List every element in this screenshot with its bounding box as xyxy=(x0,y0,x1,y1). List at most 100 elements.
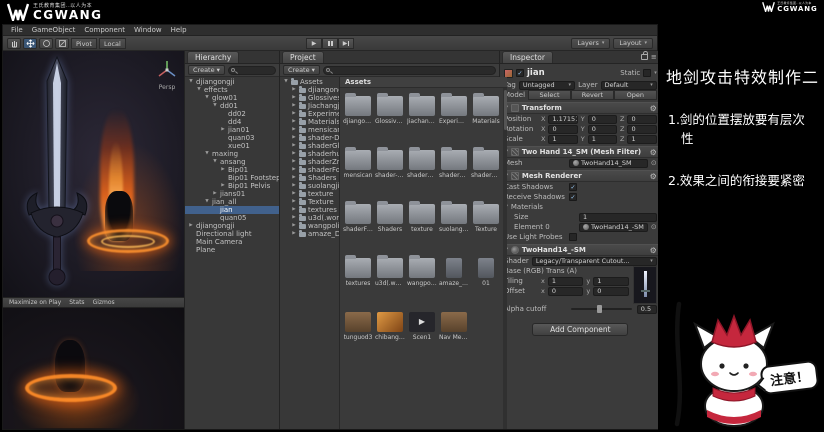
gameobject-name-field[interactable]: jian xyxy=(527,68,545,78)
foldout-icon[interactable]: ▶ xyxy=(220,126,226,134)
hierarchy-item[interactable]: ▶ Bip01 Pelvis xyxy=(185,182,279,190)
project-tree-item[interactable]: ▶ amaze_Dr xyxy=(280,230,339,238)
asset-item[interactable]: Materials xyxy=(471,92,501,144)
foldout-icon[interactable]: ▶ xyxy=(212,190,218,198)
mesh-object-field[interactable]: TwoHand14_SM xyxy=(569,159,648,168)
foldout-icon[interactable]: ▶ xyxy=(291,118,297,126)
foldout-icon[interactable]: ▶ xyxy=(291,182,297,190)
hierarchy-item[interactable]: ▼ glow01 xyxy=(185,94,279,102)
z-field[interactable]: 0 xyxy=(627,125,656,134)
asset-item[interactable]: Scen1 xyxy=(407,308,437,360)
materials-size-field[interactable]: 1 xyxy=(579,213,657,222)
project-tree-item[interactable]: ▶ shader-Dis xyxy=(280,134,339,142)
play-button[interactable]: ▶ xyxy=(306,38,322,49)
model-button[interactable]: Open xyxy=(614,90,657,100)
foldout-icon[interactable]: ▼ xyxy=(188,78,194,86)
project-tree-item[interactable]: ▶ djiangongji xyxy=(280,86,339,94)
x-field[interactable]: 0 xyxy=(548,287,584,296)
tab-hierarchy[interactable]: Hierarchy xyxy=(187,51,239,63)
menu-item[interactable]: Window xyxy=(134,26,162,34)
asset-item[interactable]: suolangjioh... xyxy=(439,200,469,252)
mesh-filter-component-header[interactable]: ▼ Two Hand 14_SM (Mesh Filter) ⚙ xyxy=(500,146,661,158)
material-header[interactable]: ▼ TwoHand14_-SM ⚙ xyxy=(500,244,661,256)
model-button[interactable]: Revert xyxy=(571,90,614,100)
foldout-icon[interactable]: ▼ xyxy=(196,86,202,94)
asset-item[interactable]: texture xyxy=(407,200,437,252)
y-field[interactable]: 0 xyxy=(588,115,617,124)
hand-tool-button[interactable] xyxy=(7,38,21,49)
y-field[interactable]: 1 xyxy=(588,135,617,144)
foldout-icon[interactable]: ▶ xyxy=(220,182,226,190)
asset-item[interactable]: JiachangjeG... xyxy=(407,92,437,144)
project-tree-item[interactable]: ▶ u3d(.work) xyxy=(280,214,339,222)
foldout-icon[interactable]: ▼ xyxy=(283,78,289,86)
asset-item[interactable]: chibangna... xyxy=(375,308,405,360)
foldout-icon[interactable]: ▶ xyxy=(291,198,297,206)
foldout-icon[interactable]: ▶ xyxy=(291,206,297,214)
breadcrumb[interactable]: Assets xyxy=(340,77,507,88)
hierarchy-item[interactable]: ▶ jians01 xyxy=(185,190,279,198)
foldout-icon[interactable]: ▶ xyxy=(291,126,297,134)
asset-item[interactable]: shaderhud... xyxy=(439,146,469,198)
hierarchy-item[interactable]: xue01 xyxy=(185,142,279,150)
asset-item[interactable]: wangpolim... xyxy=(407,254,437,306)
hierarchy-item[interactable]: ▶ Bip01 xyxy=(185,166,279,174)
foldout-icon[interactable]: ▶ xyxy=(291,150,297,158)
game-toolbar-item[interactable]: Stats xyxy=(69,299,84,306)
tab-inspector[interactable]: Inspector xyxy=(502,51,553,63)
asset-item[interactable]: shaderGlo... xyxy=(407,146,437,198)
step-button[interactable]: ▶ xyxy=(338,38,354,49)
x-field[interactable]: 1.171512 xyxy=(548,115,577,124)
project-tree-item[interactable]: ▶ shaderhud xyxy=(280,150,339,158)
game-view[interactable] xyxy=(3,308,184,429)
asset-item[interactable]: Shaders xyxy=(375,200,405,252)
materials-foldout-row[interactable]: ▼ Materials xyxy=(500,202,661,212)
hierarchy-item[interactable]: quan05 xyxy=(185,214,279,222)
foldout-icon[interactable]: ▼ xyxy=(212,102,218,110)
project-tree-item[interactable]: ▼ Assets xyxy=(280,78,339,86)
project-tree-item[interactable]: ▶ suolangjioh xyxy=(280,182,339,190)
x-field[interactable]: 0 xyxy=(548,125,577,134)
hierarchy-item[interactable]: ▶ djiangongji xyxy=(185,222,279,230)
project-tree-item[interactable]: ▶ shaderGlo xyxy=(280,142,339,150)
y-field[interactable]: 0 xyxy=(593,287,629,296)
mesh-renderer-component-header[interactable]: ▼ Mesh Renderer ⚙ xyxy=(500,170,661,182)
local-toggle[interactable]: Local xyxy=(99,38,126,49)
hierarchy-item[interactable]: ▼ jian_all xyxy=(185,198,279,206)
foldout-icon[interactable]: ▶ xyxy=(291,190,297,198)
asset-item[interactable]: shader-Dis... xyxy=(375,146,405,198)
menu-item[interactable]: File xyxy=(11,26,23,34)
layers-dropdown[interactable]: Layers▾ xyxy=(571,38,610,49)
asset-item[interactable]: shaderZme... xyxy=(471,146,501,198)
hierarchy-item[interactable]: ▼ dd01 xyxy=(185,102,279,110)
scene-view[interactable]: Persp xyxy=(3,51,184,297)
game-toolbar-item[interactable]: Maximize on Play xyxy=(9,299,61,306)
hierarchy-item[interactable]: Bip01 Footsteps xyxy=(185,174,279,182)
asset-item[interactable]: textures xyxy=(343,254,373,306)
project-tree-item[interactable]: ▶ shaderForge xyxy=(280,166,339,174)
rotate-tool-button[interactable] xyxy=(39,38,53,49)
project-tree-item[interactable]: ▶ GlossivesH xyxy=(280,94,339,102)
hierarchy-item[interactable]: Plane xyxy=(185,246,279,254)
project-tree-item[interactable]: ▶ textures xyxy=(280,206,339,214)
project-tree-item[interactable]: ▶ texture xyxy=(280,190,339,198)
gear-icon[interactable]: ⚙ xyxy=(650,148,657,157)
hierarchy-item[interactable]: ▼ djiangongji xyxy=(185,78,279,86)
hierarchy-item[interactable]: Directional light xyxy=(185,230,279,238)
foldout-icon[interactable]: ▶ xyxy=(291,86,297,94)
transform-component-header[interactable]: ▼ Transform ⚙ xyxy=(500,102,661,114)
project-tree-item[interactable]: ▶ ExperimeM xyxy=(280,110,339,118)
tab-project[interactable]: Project xyxy=(282,51,324,63)
foldout-icon[interactable]: ▶ xyxy=(291,134,297,142)
cast-shadows-checkbox[interactable]: ✓ xyxy=(569,183,577,191)
tag-dropdown[interactable]: Untagged▾ xyxy=(519,81,575,90)
hierarchy-item[interactable]: dd02 xyxy=(185,110,279,118)
y-field[interactable]: 0 xyxy=(588,125,617,134)
hierarchy-item[interactable]: quan03 xyxy=(185,134,279,142)
asset-item[interactable]: ExperimeM... xyxy=(439,92,469,144)
x-field[interactable]: 1 xyxy=(548,135,577,144)
project-tree-item[interactable]: ▶ Texture xyxy=(280,198,339,206)
scale-tool-button[interactable] xyxy=(55,38,69,49)
light-probes-checkbox[interactable] xyxy=(569,233,577,241)
hierarchy-item[interactable]: ▶ jian01 xyxy=(185,126,279,134)
